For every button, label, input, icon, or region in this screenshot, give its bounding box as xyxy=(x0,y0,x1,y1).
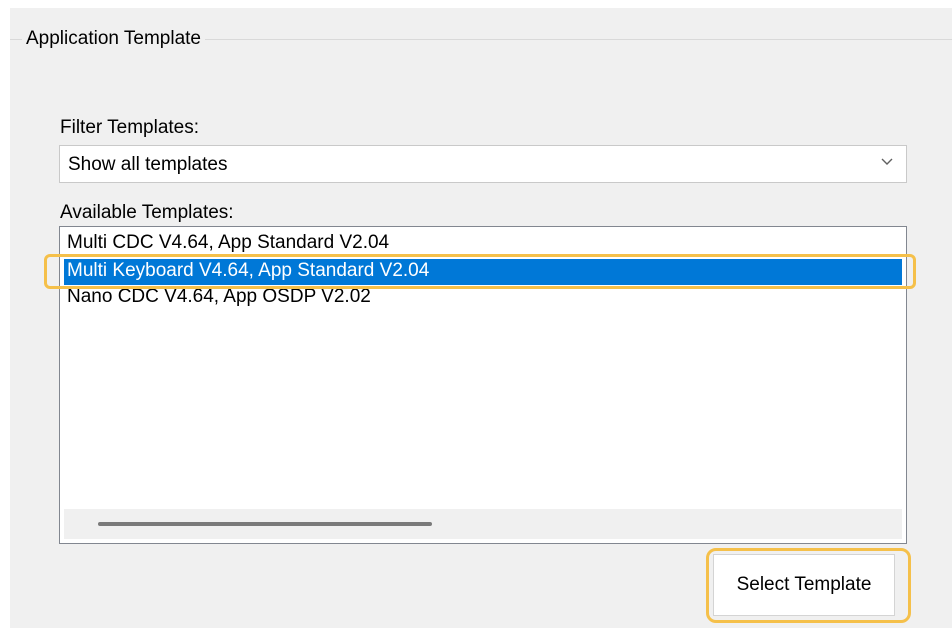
available-templates-label: Available Templates: xyxy=(60,202,234,223)
filter-templates-value: Show all templates xyxy=(68,154,228,175)
list-item-selected[interactable]: Multi Keyboard V4.64, App Standard V2.04 xyxy=(64,259,902,285)
horizontal-scrollbar[interactable] xyxy=(64,509,902,539)
chevron-down-icon[interactable] xyxy=(880,154,894,168)
available-templates-list[interactable]: Multi CDC V4.64, App Standard V2.04 Mult… xyxy=(59,226,907,544)
group-title: Application Template xyxy=(22,28,205,50)
filter-templates-dropdown[interactable]: Show all templates xyxy=(59,145,907,183)
scrollbar-thumb[interactable] xyxy=(98,522,432,526)
list-item[interactable]: Nano CDC V4.64, App OSDP V2.02 xyxy=(64,285,902,311)
filter-templates-label: Filter Templates: xyxy=(60,117,200,138)
list-item[interactable]: Multi CDC V4.64, App Standard V2.04 xyxy=(64,231,902,257)
select-template-button[interactable]: Select Template xyxy=(713,554,895,616)
